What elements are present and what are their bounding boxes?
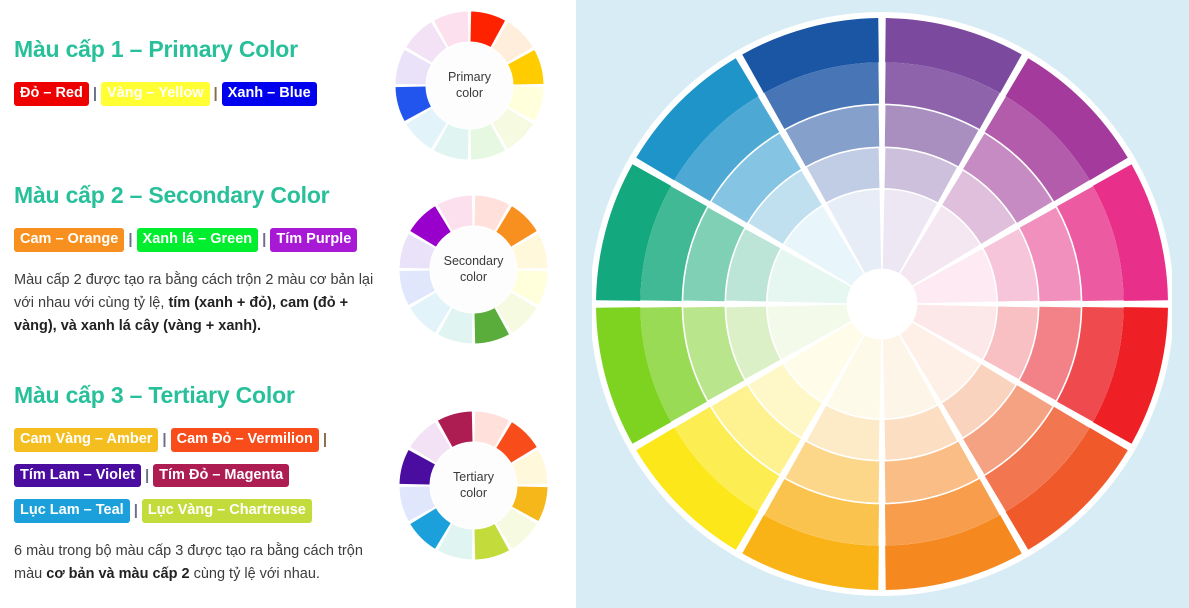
- section-primary: Màu cấp 1 – Primary Color Đỏ – Red | Vàn…: [14, 36, 317, 115]
- chip-separator: |: [133, 502, 138, 520]
- mini-wheel-tertiary: Tertiary color: [396, 408, 551, 563]
- mini-wheel-secondary: Secondary color: [396, 192, 551, 347]
- chip-xanh-la-green[interactable]: Xanh lá – Green: [136, 228, 259, 252]
- chip-cam-orange[interactable]: Cam – Orange: [14, 228, 125, 252]
- tertiary-chip-row-2: Tím Lam – Violet | Tím Đỏ – Magenta: [14, 461, 374, 491]
- chip-luc-lam-teal[interactable]: Lục Lam – Teal: [14, 499, 130, 523]
- chip-cam-do-vermilion[interactable]: Cam Đỏ – Vermilion: [170, 428, 319, 452]
- primary-chip-row: Đỏ – Red | Vàng – Yellow | Xanh – Blue: [14, 79, 317, 109]
- chip-separator: |: [162, 431, 167, 449]
- secondary-description: Màu cấp 2 được tạo ra bằng cách trộn 2 m…: [14, 269, 374, 339]
- chip-luc-vang-chartreuse[interactable]: Lục Vàng – Chartreuse: [141, 499, 312, 523]
- mini-wheel-primary-svg: [395, 11, 544, 160]
- chip-separator: |: [262, 231, 267, 249]
- tertiary-chip-row-1: Cam Vàng – Amber | Cam Đỏ – Vermilion |: [14, 425, 374, 455]
- section-primary-title: Màu cấp 1 – Primary Color: [14, 36, 298, 62]
- section-secondary-title: Màu cấp 2 – Secondary Color: [14, 182, 330, 208]
- tertiary-description-plain-2: cùng tỷ lệ với nhau.: [189, 565, 320, 582]
- mini-wheel-tertiary-svg: [399, 411, 548, 560]
- tertiary-description: 6 màu trong bộ màu cấp 3 được tạo ra bằn…: [14, 540, 374, 587]
- left-content-panel: Màu cấp 1 – Primary Color Đỏ – Red | Vàn…: [0, 0, 576, 608]
- tertiary-chip-row-3: Lục Lam – Teal | Lục Vàng – Chartreuse: [14, 496, 374, 526]
- chip-tim-lam-violet[interactable]: Tím Lam – Violet: [14, 463, 141, 487]
- large-color-wheel: [592, 8, 1172, 600]
- chip-separator: |: [128, 231, 133, 249]
- mini-wheel-primary: Primary color: [392, 8, 547, 163]
- mini-wheel-hub: [426, 42, 513, 129]
- chip-tim-do-magenta[interactable]: Tím Đỏ – Magenta: [153, 463, 290, 487]
- large-color-wheel-svg: [592, 12, 1172, 596]
- chip-separator: |: [213, 85, 218, 103]
- chip-separator: |: [144, 466, 150, 484]
- mini-wheel-hub: [430, 442, 517, 529]
- secondary-chip-row: Cam – Orange | Xanh lá – Green | Tím Pur…: [14, 225, 374, 255]
- tertiary-description-bold-1: cơ bản và màu cấp 2: [46, 565, 190, 582]
- color-theory-infographic: Màu cấp 1 – Primary Color Đỏ – Red | Vàn…: [0, 0, 1189, 608]
- section-tertiary-title: Màu cấp 3 – Tertiary Color: [14, 382, 295, 408]
- chip-do-red[interactable]: Đỏ – Red: [14, 82, 89, 106]
- section-tertiary: Màu cấp 3 – Tertiary Color Cam Vàng – Am…: [14, 382, 374, 586]
- chip-separator: |: [322, 431, 328, 449]
- section-secondary: Màu cấp 2 – Secondary Color Cam – Orange…: [14, 182, 374, 339]
- chip-tim-purple[interactable]: Tím Purple: [270, 228, 358, 252]
- mini-wheel-secondary-svg: [399, 195, 548, 344]
- wheel-center-hub: [848, 270, 916, 338]
- chip-vang-yellow[interactable]: Vàng – Yellow: [101, 82, 210, 106]
- right-color-wheel-panel: [576, 0, 1189, 608]
- chip-separator: |: [92, 85, 98, 103]
- mini-wheel-hub: [430, 226, 517, 313]
- chip-cam-vang-amber[interactable]: Cam Vàng – Amber: [14, 428, 159, 452]
- chip-xanh-blue[interactable]: Xanh – Blue: [221, 82, 317, 106]
